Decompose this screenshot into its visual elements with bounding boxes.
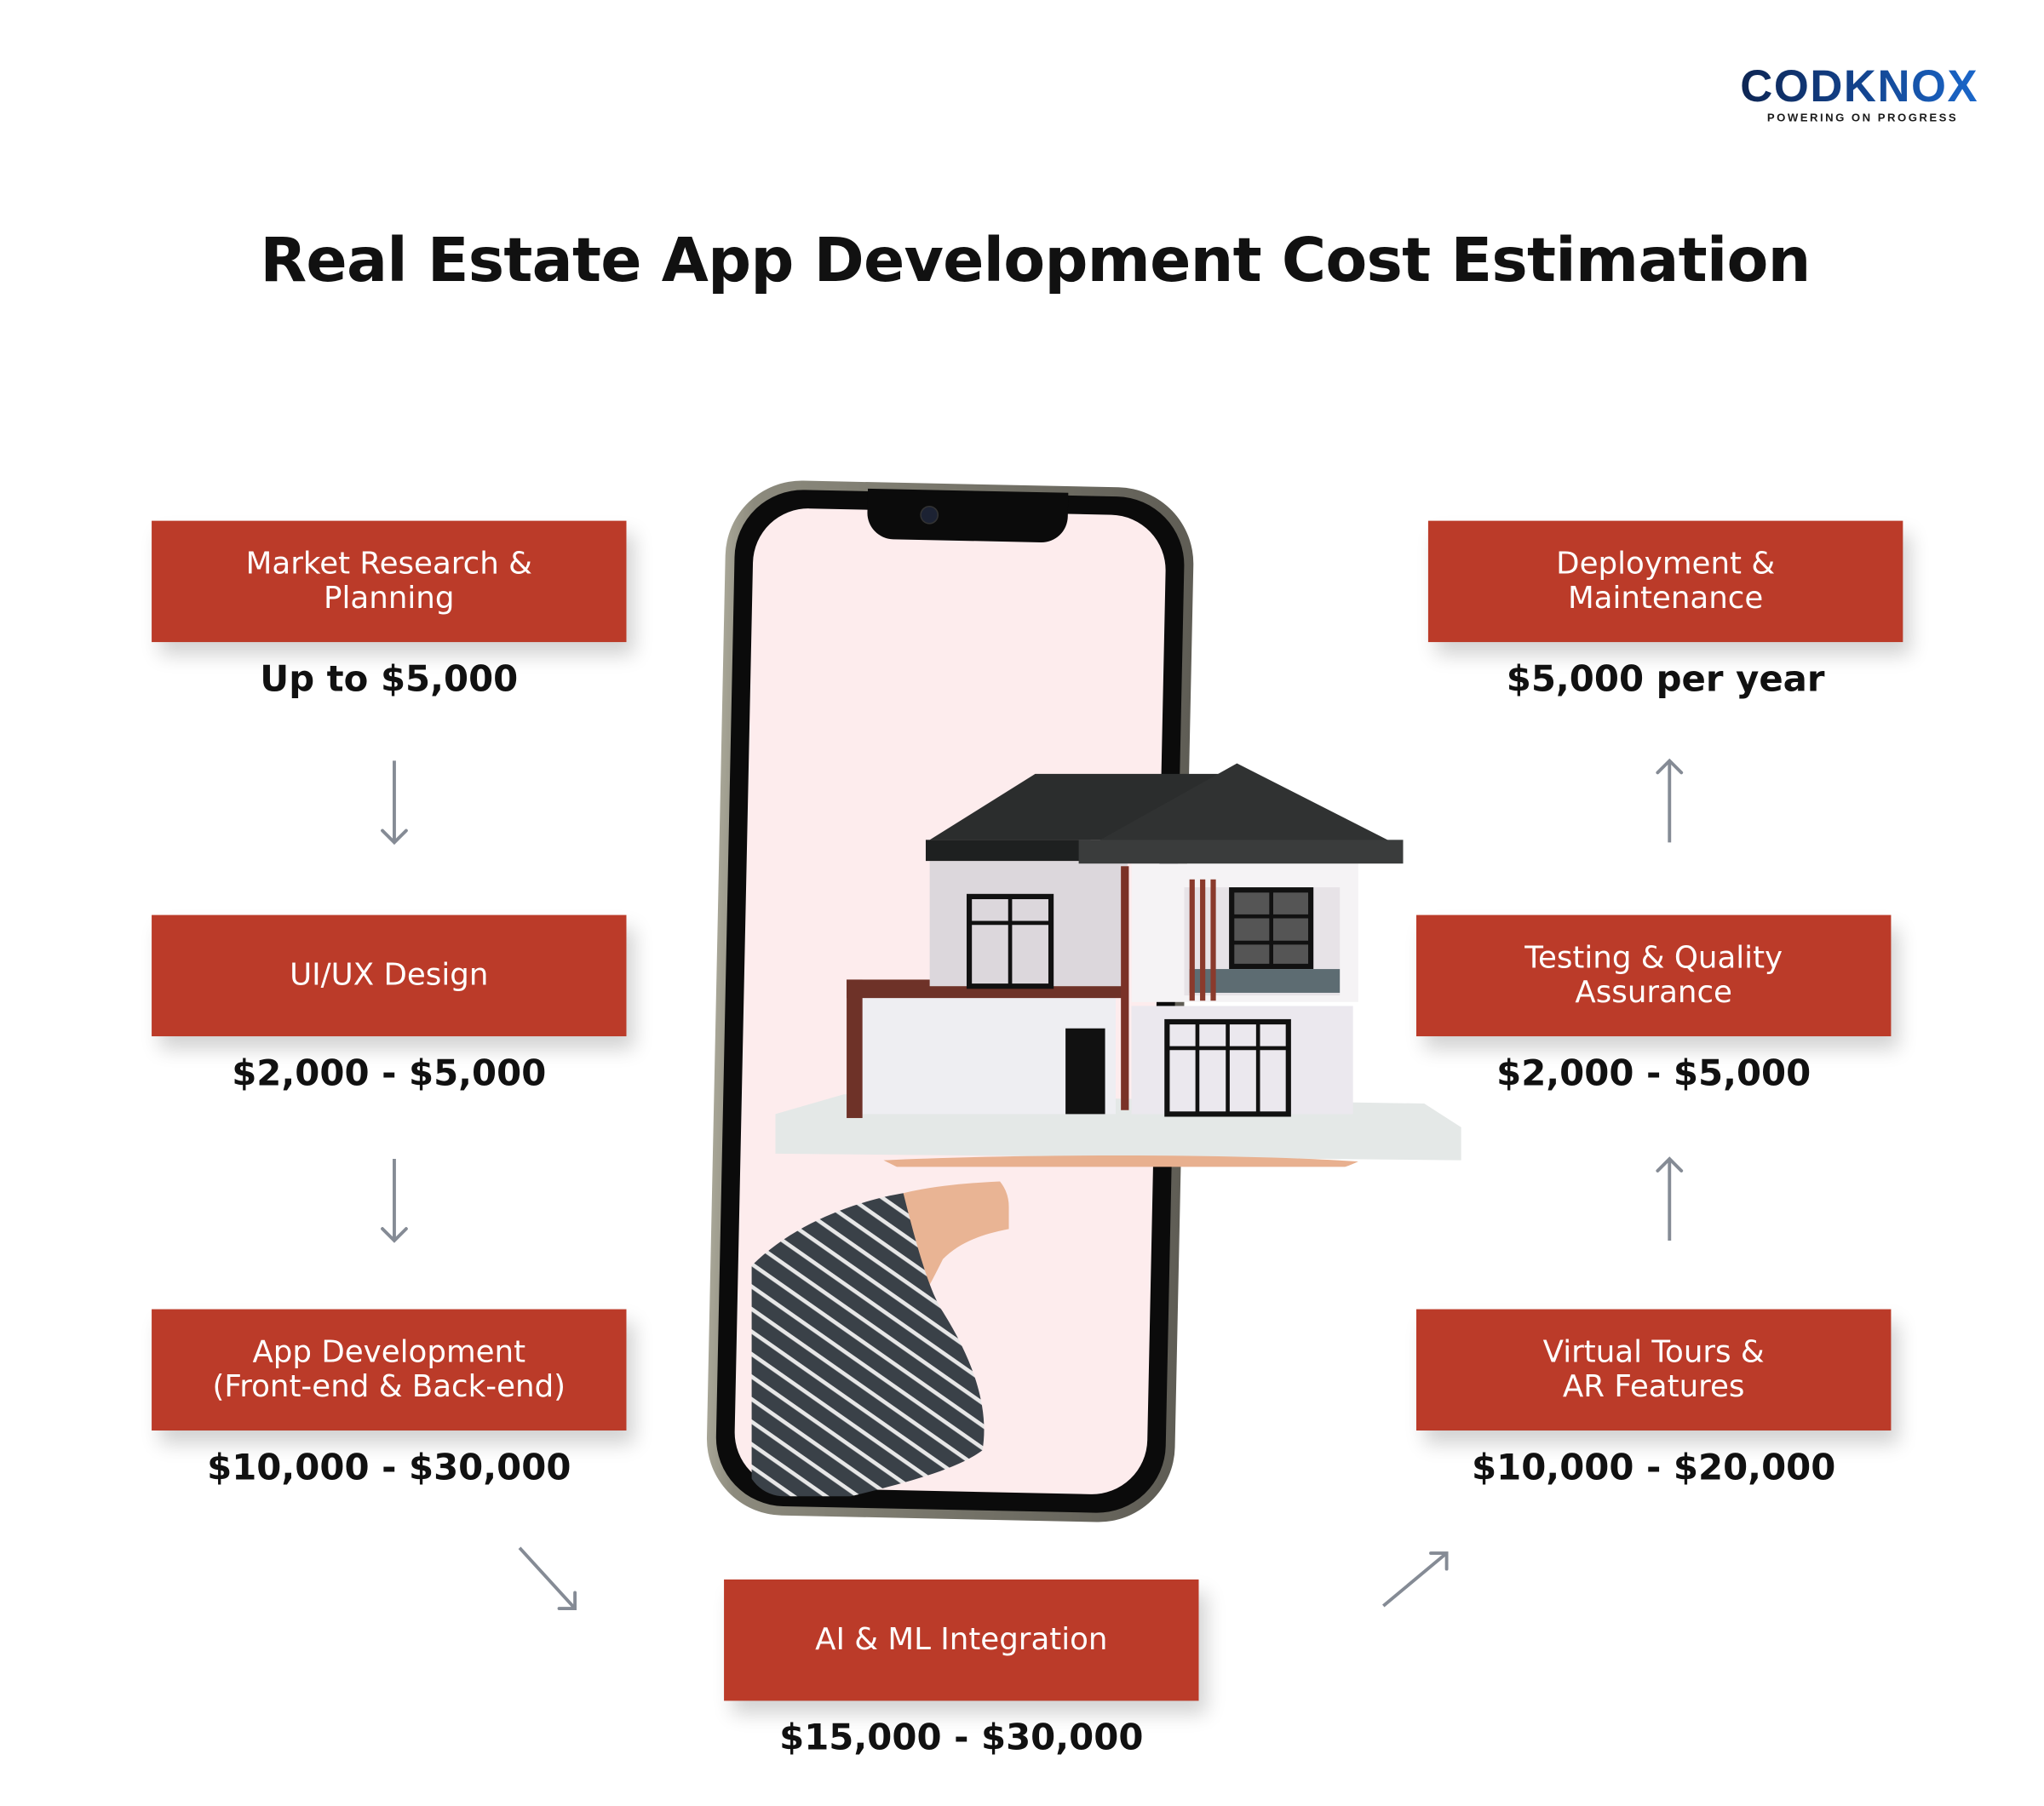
- step-ui-ux-design: UI/UX Design: [152, 914, 627, 1037]
- step-virtual-tours-ar: Virtual Tours & AR Features: [1415, 1309, 1892, 1431]
- logo-wordmark: CODKNOX: [1714, 63, 2005, 111]
- cost-market-research: Up to $5,000: [260, 659, 519, 701]
- step-app-development: App Development (Front-end & Back-end): [152, 1309, 627, 1431]
- cost-app-development: $10,000 - $30,000: [207, 1448, 571, 1489]
- brand-logo: CODKNOX POWERING ON PROGRESS: [1714, 63, 2005, 129]
- arrow-up-right-icon: [1378, 1545, 1455, 1611]
- step-market-research: Market Research & Planning: [152, 520, 627, 643]
- arrow-up-icon: [1655, 1154, 1684, 1243]
- arrow-up-icon: [1655, 755, 1684, 845]
- cost-testing-qa: $2,000 - $5,000: [1496, 1053, 1811, 1095]
- cost-ui-ux-design: $2,000 - $5,000: [232, 1053, 547, 1095]
- cost-ai-ml-integration: $15,000 - $30,000: [779, 1717, 1144, 1759]
- cost-deployment-maintenance: $5,000 per year: [1506, 659, 1825, 701]
- phone-notch: [866, 488, 1069, 543]
- infographic: CODKNOX POWERING ON PROGRESS Real Estate…: [0, 0, 2044, 1806]
- arrow-down-icon: [380, 758, 409, 847]
- arm-illustration: [751, 1179, 1009, 1497]
- arrow-down-right-icon: [514, 1543, 583, 1617]
- arrow-down-icon: [380, 1156, 409, 1246]
- page-title: Real Estate App Development Cost Estimat…: [260, 224, 1811, 295]
- logo-tagline: POWERING ON PROGRESS: [1766, 111, 1959, 124]
- cost-virtual-tours-ar: $10,000 - $20,000: [1472, 1448, 1836, 1489]
- camera-icon: [920, 505, 939, 525]
- step-ai-ml-integration: AI & ML Integration: [724, 1579, 1199, 1701]
- step-testing-qa: Testing & Quality Assurance: [1415, 914, 1892, 1037]
- step-deployment-maintenance: Deployment & Maintenance: [1427, 520, 1903, 643]
- model-house-illustration: [775, 763, 1461, 1167]
